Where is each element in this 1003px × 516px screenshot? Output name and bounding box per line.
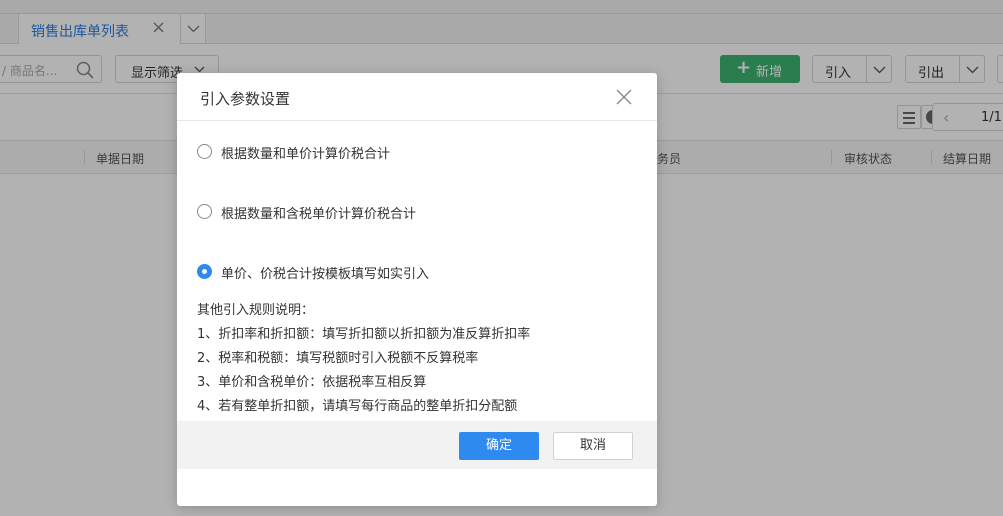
import-settings-dialog: 引入参数设置 根据数量和单价计算价税合计 根据数量和含税单价计算价税合计 单价、… — [177, 73, 657, 506]
option-label[interactable]: 根据数量和含税单价计算价税合计 — [221, 203, 416, 222]
note-item: 1、折扣率和折扣额：填写折扣额以折扣额为准反算折扣率 — [197, 327, 531, 342]
option-import-as-template[interactable]: 单价、价税合计按模板填写如实引入 — [197, 262, 637, 282]
notes-title: 其他引入规则说明： — [197, 303, 315, 318]
option-quantity-price[interactable]: 根据数量和单价计算价税合计 — [197, 142, 637, 162]
dialog-footer: 确定 取消 — [177, 421, 657, 469]
close-icon[interactable] — [615, 88, 633, 106]
radio-button[interactable] — [197, 204, 212, 219]
option-label[interactable]: 单价、价税合计按模板填写如实引入 — [221, 263, 429, 282]
confirm-button[interactable]: 确定 — [459, 432, 539, 460]
note-item: 3、单价和含税单价：依据税率互相反算 — [197, 375, 427, 390]
dialog-title: 引入参数设置 — [200, 90, 291, 108]
option-label[interactable]: 根据数量和单价计算价税合计 — [221, 143, 390, 162]
radio-button-selected[interactable] — [197, 264, 212, 279]
note-item: 2、税率和税额：填写税额时引入税额不反算税率 — [197, 351, 479, 366]
radio-button[interactable] — [197, 144, 212, 159]
note-item: 4、若有整单折扣额，请填写每行商品的整单折扣分配额 — [197, 399, 518, 414]
dialog-header: 引入参数设置 — [177, 73, 657, 121]
cancel-button[interactable]: 取消 — [553, 432, 633, 460]
option-quantity-tax-price[interactable]: 根据数量和含税单价计算价税合计 — [197, 202, 637, 222]
